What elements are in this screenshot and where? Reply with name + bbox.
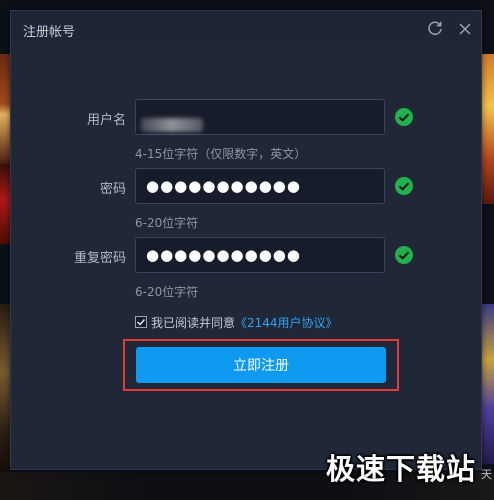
refresh-icon — [428, 21, 442, 35]
confirm-password-hint: 6-20位字符 — [135, 285, 199, 299]
dialog-title: 注册帐号 — [23, 25, 76, 40]
agreement-checkbox[interactable] — [135, 316, 147, 328]
password-hint: 6-20位字符 — [135, 216, 199, 230]
confirm-password-label: 重复密码 — [73, 251, 126, 266]
check-circle-icon — [395, 108, 413, 126]
close-icon — [459, 23, 471, 35]
agreement-text: 我已阅读并同意 — [151, 315, 236, 330]
agreement-row: 我已阅读并同意 《2144用户协议》 — [135, 314, 338, 330]
user-agreement-link[interactable]: 《2144用户协议》 — [235, 314, 338, 331]
confirm-password-input[interactable] — [135, 237, 385, 273]
check-circle-icon — [395, 177, 413, 195]
check-circle-icon — [395, 246, 413, 264]
username-label: 用户名 — [86, 113, 126, 128]
checkmark-icon — [136, 318, 146, 326]
watermark-text: 极速下载站 — [325, 452, 476, 486]
username-hint: 4-15位字符（仅限数字，英文） — [135, 147, 307, 161]
register-button[interactable]: 立即注册 — [136, 347, 386, 383]
refresh-button[interactable] — [425, 19, 445, 39]
blurred-username — [141, 118, 203, 132]
register-dialog: 注册帐号 用户名 4-15位字符（仅限数字，英文） 密码 6-20位字符 重复密… — [10, 10, 482, 470]
close-button[interactable] — [455, 19, 475, 39]
background-partial-text: 天 — [481, 468, 492, 481]
password-input[interactable] — [135, 168, 385, 204]
password-label: 密码 — [99, 182, 126, 197]
dialog-titlebar: 注册帐号 — [11, 11, 481, 47]
